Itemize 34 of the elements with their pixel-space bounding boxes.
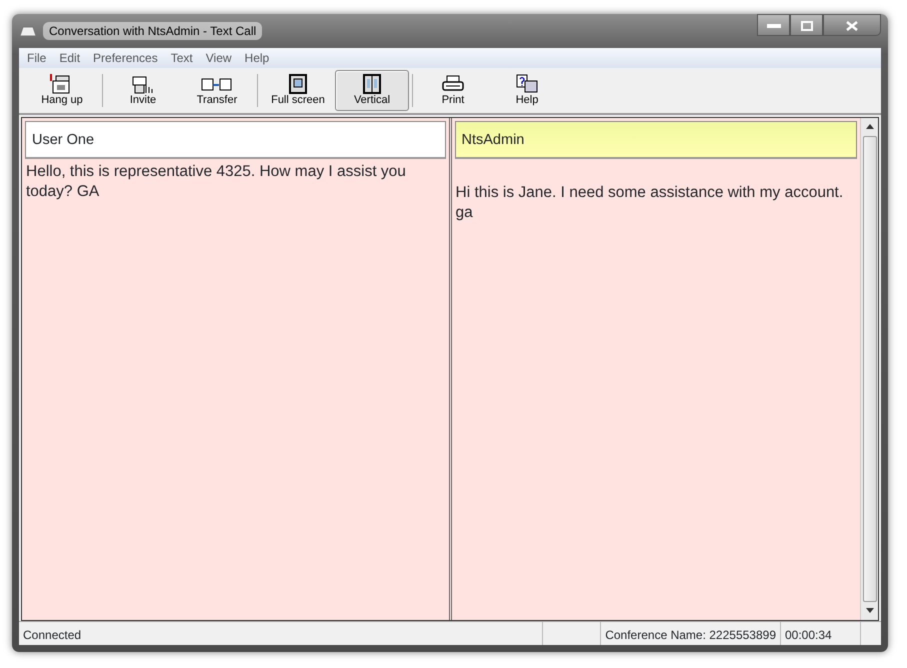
maximize-icon — [800, 20, 812, 31]
status-text: Conference Name: 2225553899 — [601, 622, 781, 645]
menu-item[interactable]: Preferences — [93, 49, 158, 67]
toolbar-button[interactable]: Vertical — [335, 70, 409, 111]
message-text: Hello, this is representative 4325. How may I assist you today? GA — [25, 162, 407, 202]
toolbar-button[interactable]: Transfer — [180, 70, 254, 111]
split-screen-icon — [360, 74, 384, 94]
status-text: Connected — [19, 622, 544, 645]
menu-item[interactable]: Edit — [59, 49, 80, 67]
menu-item[interactable]: Help — [244, 49, 270, 67]
toolbar-button[interactable]: Print — [416, 70, 490, 111]
scrollbar[interactable] — [860, 118, 878, 620]
close-button[interactable] — [823, 14, 881, 36]
window-icon — [19, 26, 37, 36]
window-title: Conversation with NtsAdmin - Text Call — [43, 22, 262, 40]
status-text: 00:00:34 — [781, 622, 861, 645]
toolbar-button[interactable]: Full screen — [261, 70, 335, 111]
help-icon — [515, 74, 539, 94]
minimize-button[interactable] — [757, 14, 790, 36]
menu-item[interactable]: View — [206, 49, 232, 67]
menu-item[interactable]: Text — [170, 49, 193, 67]
toolbar-button[interactable]: Help — [490, 70, 564, 111]
menu-item[interactable]: File — [27, 49, 46, 67]
toolbar-button[interactable]: Invite — [106, 70, 180, 111]
close-icon — [846, 20, 858, 31]
message-text: Hi this is Jane. I need some assistance with my account. ga — [454, 183, 844, 224]
screen-icon — [286, 74, 310, 94]
maximize-button[interactable] — [790, 14, 823, 36]
minimize-icon — [766, 24, 780, 28]
scroll-up-icon[interactable] — [866, 124, 874, 130]
scroll-down-icon[interactable] — [866, 608, 874, 614]
toolbar-button[interactable]: Hang up — [25, 70, 99, 111]
pane-header: NtsAdmin — [454, 121, 857, 159]
pane-header: User One — [25, 121, 446, 159]
